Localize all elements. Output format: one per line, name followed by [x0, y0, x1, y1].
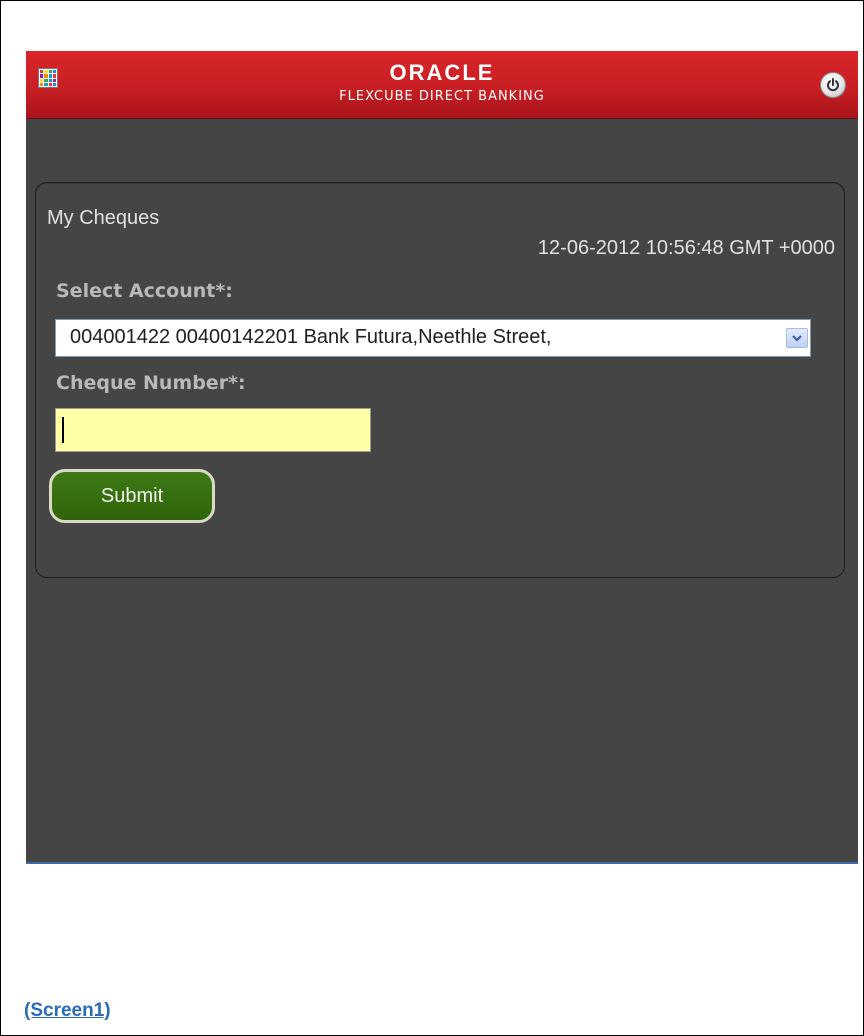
- power-icon: [827, 78, 839, 92]
- account-select-value: 004001422 00400142201 Bank Futura,Neethl…: [70, 326, 552, 348]
- submit-button[interactable]: Submit: [49, 469, 215, 523]
- timestamp: 12-06-2012 10:56:48 GMT +0000: [537, 237, 835, 259]
- brand-subtitle: FLEXCUBE DIRECT BANKING: [339, 89, 545, 104]
- text-caret: [62, 417, 64, 443]
- page-title: My Cheques: [47, 207, 160, 229]
- dropdown-button[interactable]: [786, 328, 808, 348]
- mobile-screen: ORACLE FLEXCUBE DIRECT BANKING My Cheque…: [26, 51, 858, 863]
- my-cheques-panel: My Cheques 12-06-2012 10:56:48 GMT +0000…: [35, 182, 845, 578]
- chevron-down-icon: [792, 335, 802, 342]
- screen-caption-link[interactable]: (Screen1): [24, 1000, 111, 1022]
- cheque-number-label: Cheque Number*:: [56, 372, 246, 394]
- divider: [26, 862, 858, 864]
- app-header: ORACLE FLEXCUBE DIRECT BANKING: [26, 51, 858, 119]
- power-button[interactable]: [820, 72, 846, 98]
- brand: ORACLE FLEXCUBE DIRECT BANKING: [26, 61, 858, 106]
- select-account-label: Select Account*:: [56, 280, 233, 302]
- cheque-number-input[interactable]: [55, 408, 371, 452]
- account-select[interactable]: 004001422 00400142201 Bank Futura,Neethl…: [55, 319, 811, 357]
- oracle-logo: ORACLE: [389, 60, 495, 85]
